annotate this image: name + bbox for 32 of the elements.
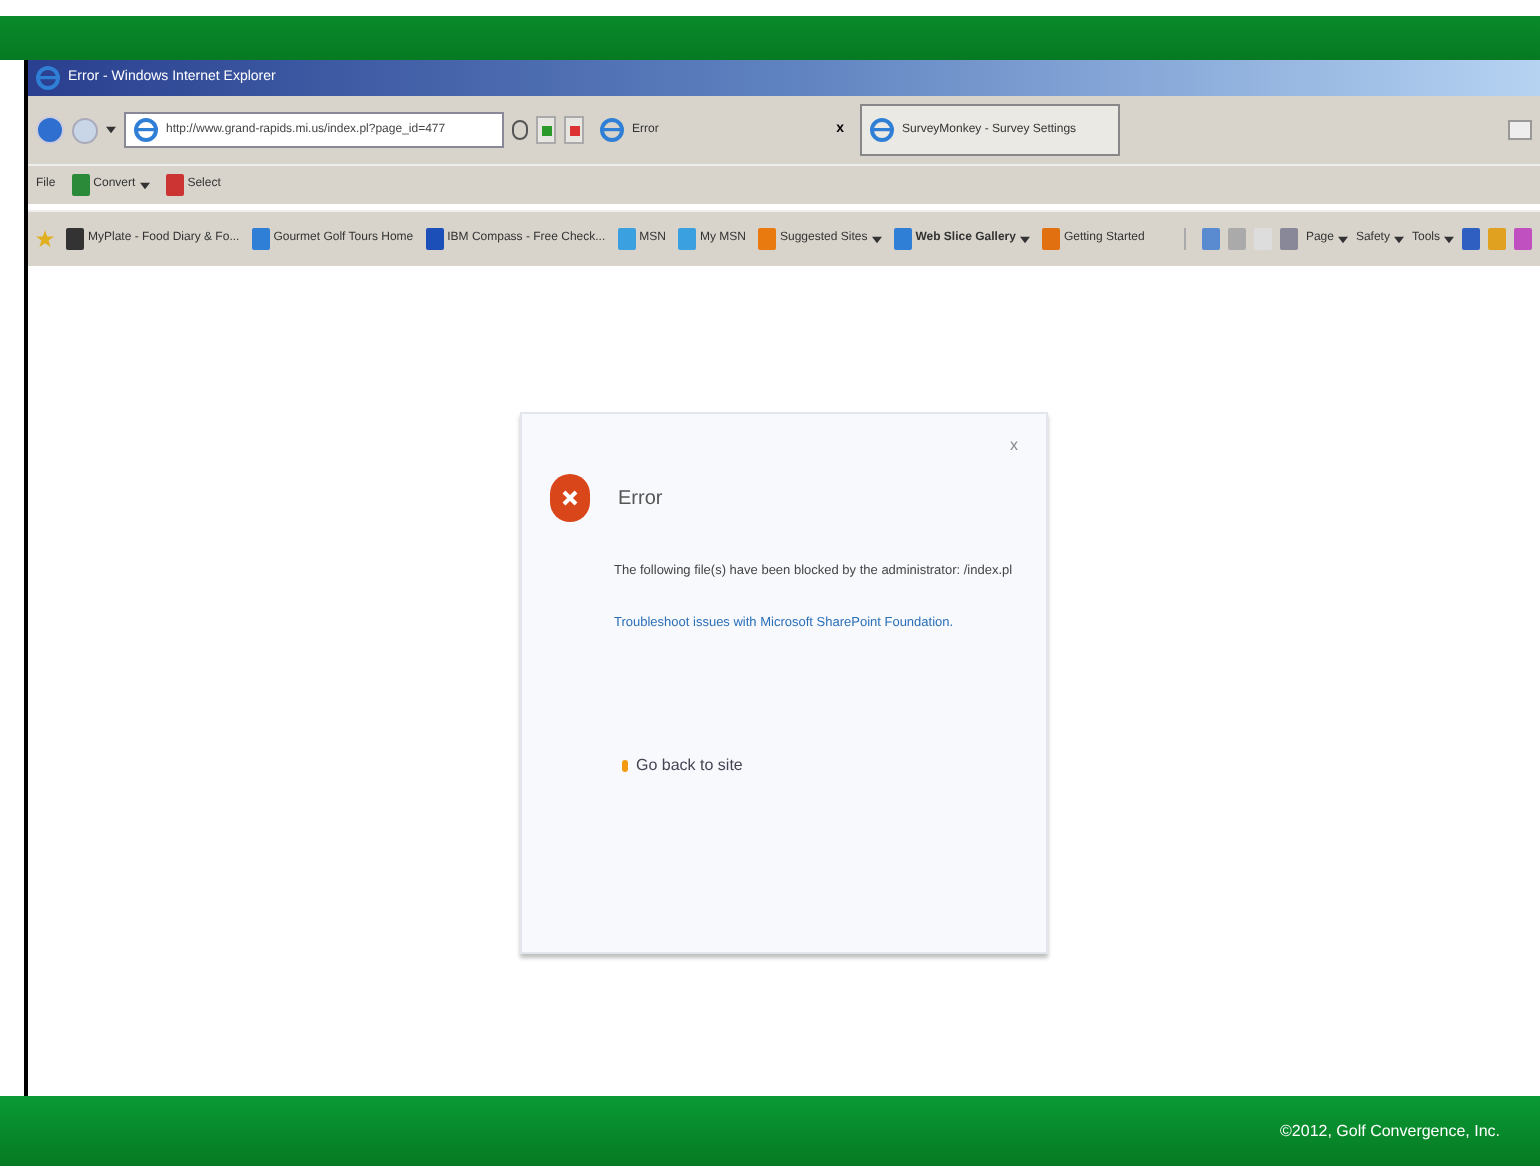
browser-e-icon bbox=[600, 118, 624, 142]
caret-icon bbox=[1444, 235, 1454, 243]
caret-icon bbox=[1019, 235, 1030, 243]
app-icon bbox=[71, 174, 90, 196]
site-icon bbox=[66, 228, 84, 250]
site-icon bbox=[617, 228, 636, 250]
browser-e-icon bbox=[36, 66, 60, 90]
back-icon[interactable] bbox=[36, 116, 64, 144]
caret-icon bbox=[139, 181, 150, 189]
footer-copyright: ©2012, Golf Convergence, Inc. bbox=[1280, 1119, 1500, 1143]
browser-e-icon bbox=[134, 118, 158, 142]
site-icon bbox=[1041, 228, 1060, 250]
site-icon bbox=[425, 228, 444, 250]
site-icon bbox=[893, 228, 912, 250]
caret-icon bbox=[871, 235, 882, 243]
site-icon bbox=[758, 228, 776, 250]
caret-icon bbox=[106, 126, 116, 134]
star-icon[interactable] bbox=[36, 230, 54, 248]
caret-icon bbox=[1337, 235, 1348, 243]
stop-icon[interactable] bbox=[564, 116, 584, 144]
bullet-icon bbox=[622, 759, 628, 771]
window-restore-icon[interactable] bbox=[1508, 120, 1532, 140]
app-icon bbox=[165, 174, 184, 196]
dialog-title: Error bbox=[618, 485, 663, 513]
back-link[interactable]: Go back to site bbox=[636, 753, 743, 777]
site-icon bbox=[251, 228, 270, 250]
browser-e-icon bbox=[870, 118, 894, 142]
site-icon bbox=[678, 228, 696, 250]
error-icon bbox=[550, 474, 590, 522]
refresh-icon[interactable] bbox=[536, 116, 556, 144]
caret-icon bbox=[1393, 235, 1404, 243]
forward-icon[interactable] bbox=[72, 117, 98, 143]
